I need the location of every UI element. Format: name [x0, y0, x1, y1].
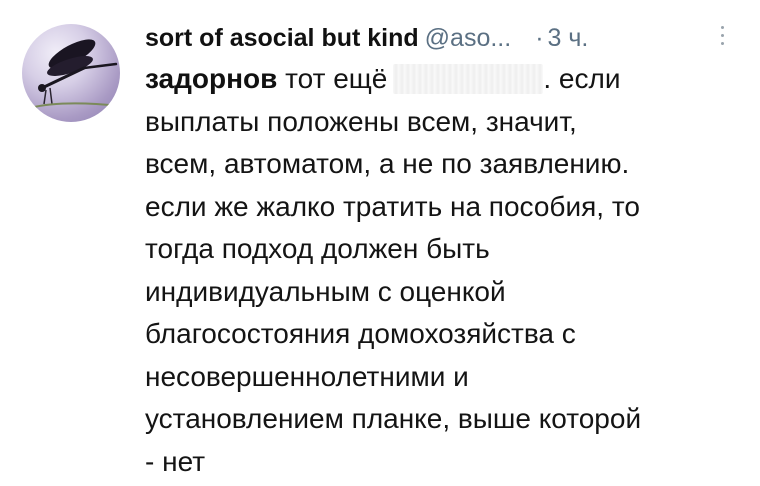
tweet-line: тогда подход должен быть: [145, 233, 490, 264]
tweet-line-1-after: . если: [543, 63, 621, 94]
mention-name[interactable]: задорнов: [145, 63, 277, 94]
dragonfly-icon: [29, 39, 120, 109]
tweet-line: несовершеннолетними и: [145, 360, 469, 392]
tweet-line: всем, автоматом, а не по заявлению.: [145, 148, 630, 179]
user-handle[interactable]: @aso...: [425, 24, 512, 52]
redacted-area: [393, 64, 544, 94]
tweet-line-1: задорнов тот ещё . если: [145, 58, 745, 101]
more-options-icon[interactable]: [720, 26, 726, 48]
tweet-line: если же жалко тратить на пособия, то: [145, 190, 640, 222]
display-name[interactable]: sort of asocial but kind: [145, 24, 419, 52]
tweet-header: sort of asocial but kind @aso... · 3 ч.: [145, 20, 745, 56]
tweet-line: установлением планке, выше которой: [145, 403, 642, 434]
tweet-line: индивидуальным с оценкой: [145, 275, 506, 307]
tweet-card[interactable]: sort of asocial but kind @aso... · 3 ч. зад…: [0, 0, 760, 486]
timestamp[interactable]: 3 ч.: [548, 24, 589, 52]
tweet-text: задорнов тот ещё . если выплаты положены …: [145, 58, 745, 483]
tweet-line: благосостояния домохозяйства с: [145, 318, 576, 349]
tweet-line: - нет: [145, 445, 206, 477]
tweet-line-1-before: тот ещё: [277, 63, 388, 94]
avatar[interactable]: [22, 24, 120, 122]
tweet-line: выплаты положены всем, значит,: [145, 105, 577, 137]
separator-dot: ·: [535, 24, 544, 52]
